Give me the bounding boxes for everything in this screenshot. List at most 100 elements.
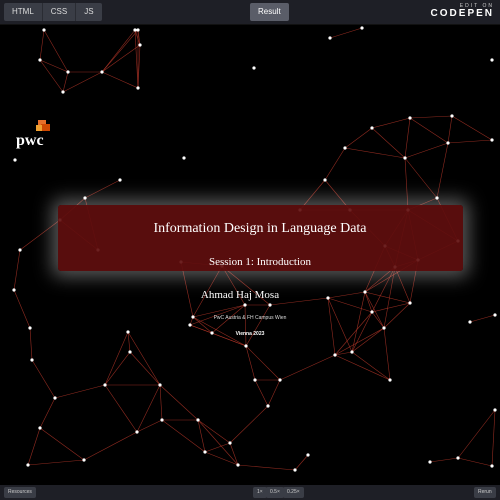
network-node: [228, 441, 232, 445]
network-link: [351, 351, 391, 381]
network-link: [27, 459, 85, 466]
network-link: [229, 405, 269, 444]
network-node: [370, 126, 374, 130]
network-node: [293, 468, 297, 472]
network-node: [160, 418, 164, 422]
codepen-toolbar: HTML CSS JS Result EDIT ON CODEPEN: [0, 0, 500, 25]
network-link: [491, 409, 496, 467]
network-link: [371, 117, 411, 129]
result-preview: pwc Information Design in Language Data …: [0, 25, 500, 485]
network-node: [53, 396, 57, 400]
network-link: [104, 331, 129, 386]
network-node: [328, 36, 332, 40]
network-link: [204, 451, 239, 466]
network-link: [101, 44, 141, 73]
network-link: [204, 442, 231, 453]
zoom-0-5x-button[interactable]: 0.5×: [266, 487, 284, 498]
network-node: [135, 430, 139, 434]
network-node: [306, 453, 310, 457]
network-link: [245, 345, 281, 381]
network-node: [435, 196, 439, 200]
tab-html[interactable]: HTML: [4, 3, 43, 21]
network-node: [268, 303, 272, 307]
tab-js[interactable]: JS: [76, 3, 102, 21]
network-node: [382, 326, 386, 330]
network-link: [104, 384, 138, 433]
network-link: [245, 345, 256, 381]
rerun-button[interactable]: Rerun: [474, 487, 496, 498]
network-node: [138, 43, 142, 47]
network-link: [31, 359, 56, 399]
network-link: [134, 29, 139, 89]
network-link: [54, 384, 106, 399]
network-link: [39, 397, 56, 429]
affiliation: PwC Austria & FH Campus Wien: [213, 315, 287, 321]
network-node: [456, 456, 460, 460]
network-link: [254, 379, 269, 407]
network-link: [129, 351, 161, 386]
network-link: [404, 142, 449, 159]
tab-css[interactable]: CSS: [42, 3, 77, 21]
network-node: [103, 383, 107, 387]
network-link: [39, 29, 45, 61]
network-node: [66, 70, 70, 74]
network-link: [371, 302, 411, 313]
network-link: [329, 27, 363, 39]
codepen-logo: CODEPEN: [430, 8, 494, 19]
network-node: [490, 138, 494, 142]
network-node: [100, 70, 104, 74]
network-link: [104, 351, 131, 386]
network-link: [451, 115, 493, 141]
network-node: [38, 426, 42, 430]
network-node: [243, 303, 247, 307]
pwc-wordmark: pwc: [16, 132, 44, 149]
network-node: [26, 463, 30, 467]
zoom-0-25x-button[interactable]: 0.25×: [283, 487, 304, 498]
network-link: [39, 427, 85, 461]
network-link: [84, 179, 121, 199]
network-node: [370, 310, 374, 314]
network-node: [408, 301, 412, 305]
network-node: [188, 323, 192, 327]
network-node: [128, 350, 132, 354]
network-link: [429, 457, 459, 463]
network-node: [38, 58, 42, 62]
network-link: [101, 29, 136, 73]
network-link: [294, 454, 309, 471]
network-node: [196, 418, 200, 422]
network-link: [62, 71, 103, 93]
slide-subtitle: Session 1: Introduction: [208, 256, 312, 268]
network-node: [82, 458, 86, 462]
resources-button[interactable]: Resources: [4, 487, 36, 498]
network-link: [457, 409, 496, 459]
network-node: [333, 353, 337, 357]
network-link: [159, 384, 163, 421]
network-link: [101, 71, 139, 89]
network-link: [197, 419, 231, 444]
network-link: [436, 142, 449, 199]
pwc-logo-mark: [36, 120, 52, 132]
network-node: [408, 116, 412, 120]
network-node: [244, 344, 248, 348]
network-link: [244, 304, 247, 347]
tab-result[interactable]: Result: [250, 3, 289, 21]
location-date: Vienna 2023: [235, 331, 265, 337]
network-link: [27, 427, 41, 466]
network-node: [136, 86, 140, 90]
network-link: [404, 117, 411, 159]
network-node: [403, 156, 407, 160]
network-link: [197, 419, 239, 466]
network-node: [61, 90, 65, 94]
network-node: [450, 114, 454, 118]
zoom-1x-button[interactable]: 1×: [253, 487, 267, 498]
codepen-bottom-bar: Resources 1× 0.5× 0.25× Rerun: [0, 485, 500, 500]
network-link: [447, 139, 493, 144]
network-node: [203, 450, 207, 454]
network-link: [161, 419, 206, 453]
network-node: [350, 350, 354, 354]
network-link: [101, 29, 139, 73]
network-node: [360, 26, 364, 30]
edit-on-codepen-link[interactable]: EDIT ON CODEPEN: [431, 3, 494, 19]
network-node: [490, 58, 494, 62]
author-name: Ahmad Haj Mosa: [200, 289, 280, 301]
